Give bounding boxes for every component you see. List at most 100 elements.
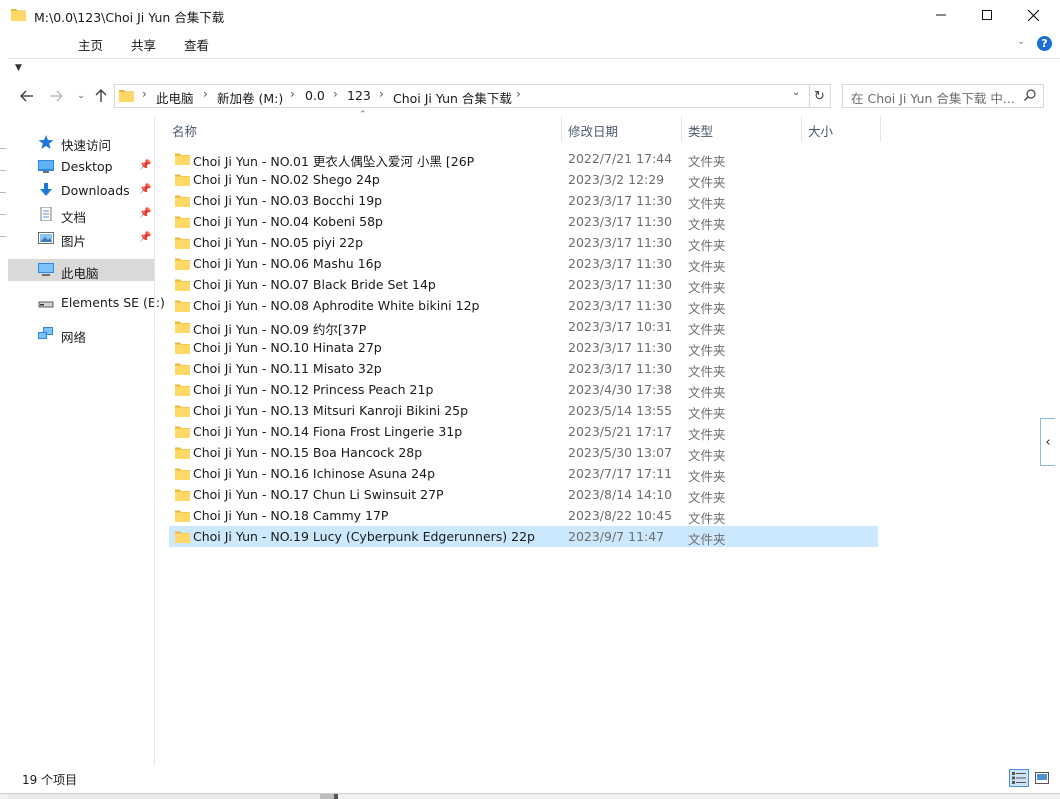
file-name[interactable]: Choi Ji Yun - NO.12 Princess Peach 21p xyxy=(193,382,433,397)
file-name[interactable]: Choi Ji Yun - NO.06 Mashu 16p xyxy=(193,256,382,271)
nav-item-quick-access[interactable]: 快速访问 xyxy=(8,131,154,153)
column-header-name[interactable]: 名称 xyxy=(172,121,197,140)
file-type: 文件夹 xyxy=(688,322,726,337)
file-name[interactable]: Choi Ji Yun - NO.03 Bocchi 19p xyxy=(193,193,382,208)
column-divider[interactable] xyxy=(801,116,802,142)
help-button[interactable]: ? xyxy=(1037,36,1052,51)
file-name[interactable]: Choi Ji Yun - NO.15 Boa Hancock 28p xyxy=(193,445,422,460)
tab-home[interactable]: 主页 xyxy=(78,35,103,54)
column-divider[interactable] xyxy=(880,116,881,142)
file-row[interactable]: Choi Ji Yun - NO.11 Misato 32p 2023/3/17 … xyxy=(169,358,878,379)
tab-share[interactable]: 共享 xyxy=(131,35,156,54)
show-preview-pane-button[interactable]: ‹ xyxy=(1040,418,1055,466)
nav-item-this-pc[interactable]: 此电脑 xyxy=(8,259,154,281)
file-row[interactable]: Choi Ji Yun - NO.07 Black Bride Set 14p 2… xyxy=(169,274,878,295)
file-row[interactable]: Choi Ji Yun - NO.10 Hinata 27p 2023/3/17 … xyxy=(169,337,878,358)
file-row[interactable]: Choi Ji Yun - NO.13 Mitsuri Kanroji Biki… xyxy=(169,400,878,421)
file-name[interactable]: Choi Ji Yun - NO.13 Mitsuri Kanroji Biki… xyxy=(193,403,468,418)
back-button[interactable] xyxy=(17,86,37,106)
file-name[interactable]: Choi Ji Yun - NO.19 Lucy (Cyberpunk Edge… xyxy=(193,529,535,544)
maximize-button[interactable] xyxy=(964,0,1010,30)
network-icon xyxy=(38,327,53,339)
nav-item-pictures[interactable]: 图片 📌 xyxy=(8,227,154,249)
details-view-button[interactable] xyxy=(1009,769,1029,787)
breadcrumb-drive[interactable]: 新加卷 (M:) xyxy=(217,88,283,107)
file-row[interactable]: Choi Ji Yun - NO.06 Mashu 16p 2023/3/17 1… xyxy=(169,253,878,274)
column-header-date[interactable]: 修改日期 xyxy=(568,121,618,140)
file-modified-date: 2023/3/17 11:30 xyxy=(568,361,673,376)
folder-icon xyxy=(175,237,190,249)
breadcrumb-folder-00[interactable]: 0.0 xyxy=(305,88,325,103)
pane-divider[interactable] xyxy=(154,116,155,766)
column-header-type[interactable]: 类型 xyxy=(688,121,713,140)
file-row[interactable]: Choi Ji Yun - NO.02 Shego 24p 2023/3/2 12… xyxy=(169,169,878,190)
forward-button[interactable] xyxy=(46,86,66,106)
file-type: 文件夹 xyxy=(688,175,726,190)
breadcrumb-this-pc[interactable]: 此电脑 xyxy=(156,88,194,107)
refresh-button[interactable]: ↻ xyxy=(809,84,831,108)
file-name[interactable]: Choi Ji Yun - NO.08 Aphrodite White biki… xyxy=(193,298,479,313)
quick-access-toolbar-dropdown-icon[interactable]: ▼ xyxy=(15,63,22,73)
file-name[interactable]: Choi Ji Yun - NO.04 Kobeni 58p xyxy=(193,214,383,229)
large-icons-view-button[interactable] xyxy=(1032,769,1052,787)
back-arrow-icon xyxy=(20,90,33,102)
file-row[interactable]: Choi Ji Yun - NO.17 Chun Li Swinsuit 27P… xyxy=(169,484,878,505)
file-row[interactable]: Choi Ji Yun - NO.14 Fiona Frost Lingerie… xyxy=(169,421,878,442)
chevron-right-icon[interactable]: › xyxy=(290,87,295,101)
file-modified-date: 2023/3/17 11:30 xyxy=(568,256,673,271)
file-name[interactable]: Choi Ji Yun - NO.10 Hinata 27p xyxy=(193,340,382,355)
chevron-right-icon[interactable]: › xyxy=(203,87,208,101)
pin-icon[interactable]: 📌 xyxy=(139,160,151,171)
expand-ribbon-icon[interactable]: ⌄ xyxy=(1017,36,1025,47)
nav-item-network[interactable]: 网络 xyxy=(8,323,154,345)
nav-item-desktop[interactable]: Desktop 📌 xyxy=(8,155,154,177)
file-row[interactable]: Choi Ji Yun - NO.19 Lucy (Cyberpunk Edge… xyxy=(169,526,878,547)
up-button[interactable] xyxy=(91,86,111,106)
close-button[interactable] xyxy=(1010,0,1056,30)
file-name[interactable]: Choi Ji Yun - NO.11 Misato 32p xyxy=(193,361,382,376)
file-name[interactable]: Choi Ji Yun - NO.02 Shego 24p xyxy=(193,172,380,187)
breadcrumb-current-folder[interactable]: Choi Ji Yun 合集下载 xyxy=(393,88,512,107)
pin-icon[interactable]: 📌 xyxy=(139,184,151,195)
nav-item-label: 此电脑 xyxy=(61,266,99,281)
file-name[interactable]: Choi Ji Yun - NO.07 Black Bride Set 14p xyxy=(193,277,436,292)
tab-view[interactable]: 查看 xyxy=(184,35,209,54)
pin-icon[interactable]: 📌 xyxy=(139,232,151,243)
file-name[interactable]: Choi Ji Yun - NO.01 更衣人偶坠入爱河 小黑 [26P xyxy=(193,151,474,170)
file-row[interactable]: Choi Ji Yun - NO.09 约尔[37P 2023/3/17 10:3… xyxy=(169,316,878,337)
folder-icon xyxy=(175,153,190,165)
address-history-dropdown-icon[interactable]: ⌄ xyxy=(792,87,800,98)
file-name[interactable]: Choi Ji Yun - NO.09 约尔[37P xyxy=(193,319,366,338)
minimize-button[interactable] xyxy=(918,0,964,30)
chevron-right-icon[interactable]: › xyxy=(516,87,521,101)
chevron-right-icon[interactable]: › xyxy=(379,87,384,101)
file-row[interactable]: Choi Ji Yun - NO.08 Aphrodite White biki… xyxy=(169,295,878,316)
column-divider[interactable] xyxy=(561,116,562,142)
folder-icon xyxy=(175,174,190,186)
file-row[interactable]: Choi Ji Yun - NO.16 Ichinose Asuna 24p 20… xyxy=(169,463,878,484)
column-header-size[interactable]: 大小 xyxy=(808,121,833,140)
file-name[interactable]: Choi Ji Yun - NO.05 piyi 22p xyxy=(193,235,363,250)
file-row[interactable]: Choi Ji Yun - NO.15 Boa Hancock 28p 2023/… xyxy=(169,442,878,463)
column-divider[interactable] xyxy=(681,116,682,142)
file-name[interactable]: Choi Ji Yun - NO.18 Cammy 17P xyxy=(193,508,388,523)
pin-icon[interactable]: 📌 xyxy=(139,208,151,219)
file-name[interactable]: Choi Ji Yun - NO.16 Ichinose Asuna 24p xyxy=(193,466,435,481)
file-name[interactable]: Choi Ji Yun - NO.14 Fiona Frost Lingerie… xyxy=(193,424,462,439)
nav-item-downloads[interactable]: Downloads 📌 xyxy=(8,179,154,201)
breadcrumb-folder-123[interactable]: 123 xyxy=(347,88,371,103)
file-modified-date: 2023/3/17 11:30 xyxy=(568,298,673,313)
file-row[interactable]: Choi Ji Yun - NO.18 Cammy 17P 2023/8/22 1… xyxy=(169,505,878,526)
nav-item-external-drive[interactable]: Elements SE (E:) xyxy=(8,291,165,313)
file-row[interactable]: Choi Ji Yun - NO.03 Bocchi 19p 2023/3/17 … xyxy=(169,190,878,211)
file-row[interactable]: Choi Ji Yun - NO.04 Kobeni 58p 2023/3/17 … xyxy=(169,211,878,232)
search-icon xyxy=(1024,89,1036,101)
file-name[interactable]: Choi Ji Yun - NO.17 Chun Li Swinsuit 27P xyxy=(193,487,444,502)
file-row[interactable]: Choi Ji Yun - NO.12 Princess Peach 21p 20… xyxy=(169,379,878,400)
file-row[interactable]: Choi Ji Yun - NO.01 更衣人偶坠入爱河 小黑 [26P 2022… xyxy=(169,148,878,169)
chevron-right-icon[interactable]: › xyxy=(333,87,338,101)
file-row[interactable]: Choi Ji Yun - NO.05 piyi 22p 2023/3/17 11… xyxy=(169,232,878,253)
chevron-right-icon[interactable]: › xyxy=(142,87,147,101)
nav-item-documents[interactable]: 文档 📌 xyxy=(8,203,154,225)
recent-locations-dropdown[interactable]: ⌄ xyxy=(71,86,91,106)
